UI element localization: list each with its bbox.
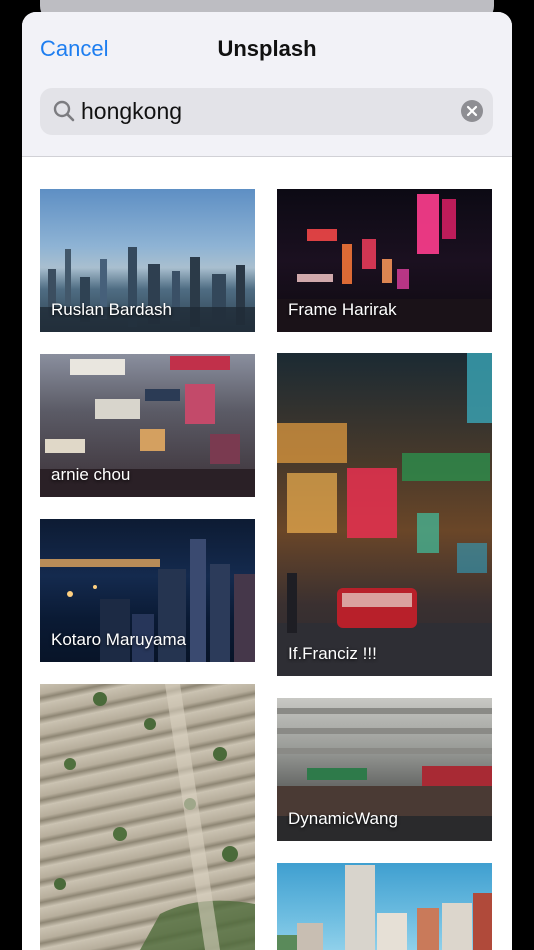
photo-author: Kotaro Maruyama bbox=[51, 630, 187, 649]
search-bar[interactable] bbox=[40, 88, 493, 135]
clear-x-icon bbox=[466, 105, 478, 117]
photo-tile[interactable] bbox=[277, 863, 492, 950]
photo-tile[interactable]: DynamicWang bbox=[277, 698, 492, 841]
photo-author: DynamicWang bbox=[288, 809, 398, 828]
photo-author: arnie chou bbox=[51, 465, 131, 484]
magnifier-icon bbox=[53, 100, 75, 122]
photo-tile[interactable]: Ruslan Bardash bbox=[40, 189, 255, 332]
photo-tile[interactable]: arnie chou bbox=[40, 354, 255, 497]
neon-taxi-street-image bbox=[277, 353, 492, 676]
photo-author: Ruslan Bardash bbox=[51, 300, 172, 319]
photo-grid: Ruslan Bardash Frame Harirak arnie chou … bbox=[22, 157, 512, 950]
photo-tile[interactable] bbox=[40, 684, 255, 950]
photo-tile[interactable]: If.Franciz !!! bbox=[277, 353, 492, 676]
photo-tile[interactable]: Kotaro Maruyama bbox=[40, 519, 255, 662]
photo-tile[interactable]: Frame Harirak bbox=[277, 189, 492, 332]
navigation-bar: Cancel Unsplash bbox=[22, 12, 512, 156]
towers-image bbox=[277, 865, 492, 950]
page-title: Unsplash bbox=[217, 36, 317, 61]
clear-search-button[interactable] bbox=[461, 100, 483, 122]
photo-author: Frame Harirak bbox=[288, 300, 397, 319]
photo-author: If.Franciz !!! bbox=[288, 644, 377, 663]
search-input[interactable] bbox=[81, 96, 451, 127]
unsplash-picker-sheet: Cancel Unsplash hongkong Ruslan Bardash … bbox=[22, 12, 512, 950]
hillside-cemetery-image bbox=[54, 684, 255, 950]
